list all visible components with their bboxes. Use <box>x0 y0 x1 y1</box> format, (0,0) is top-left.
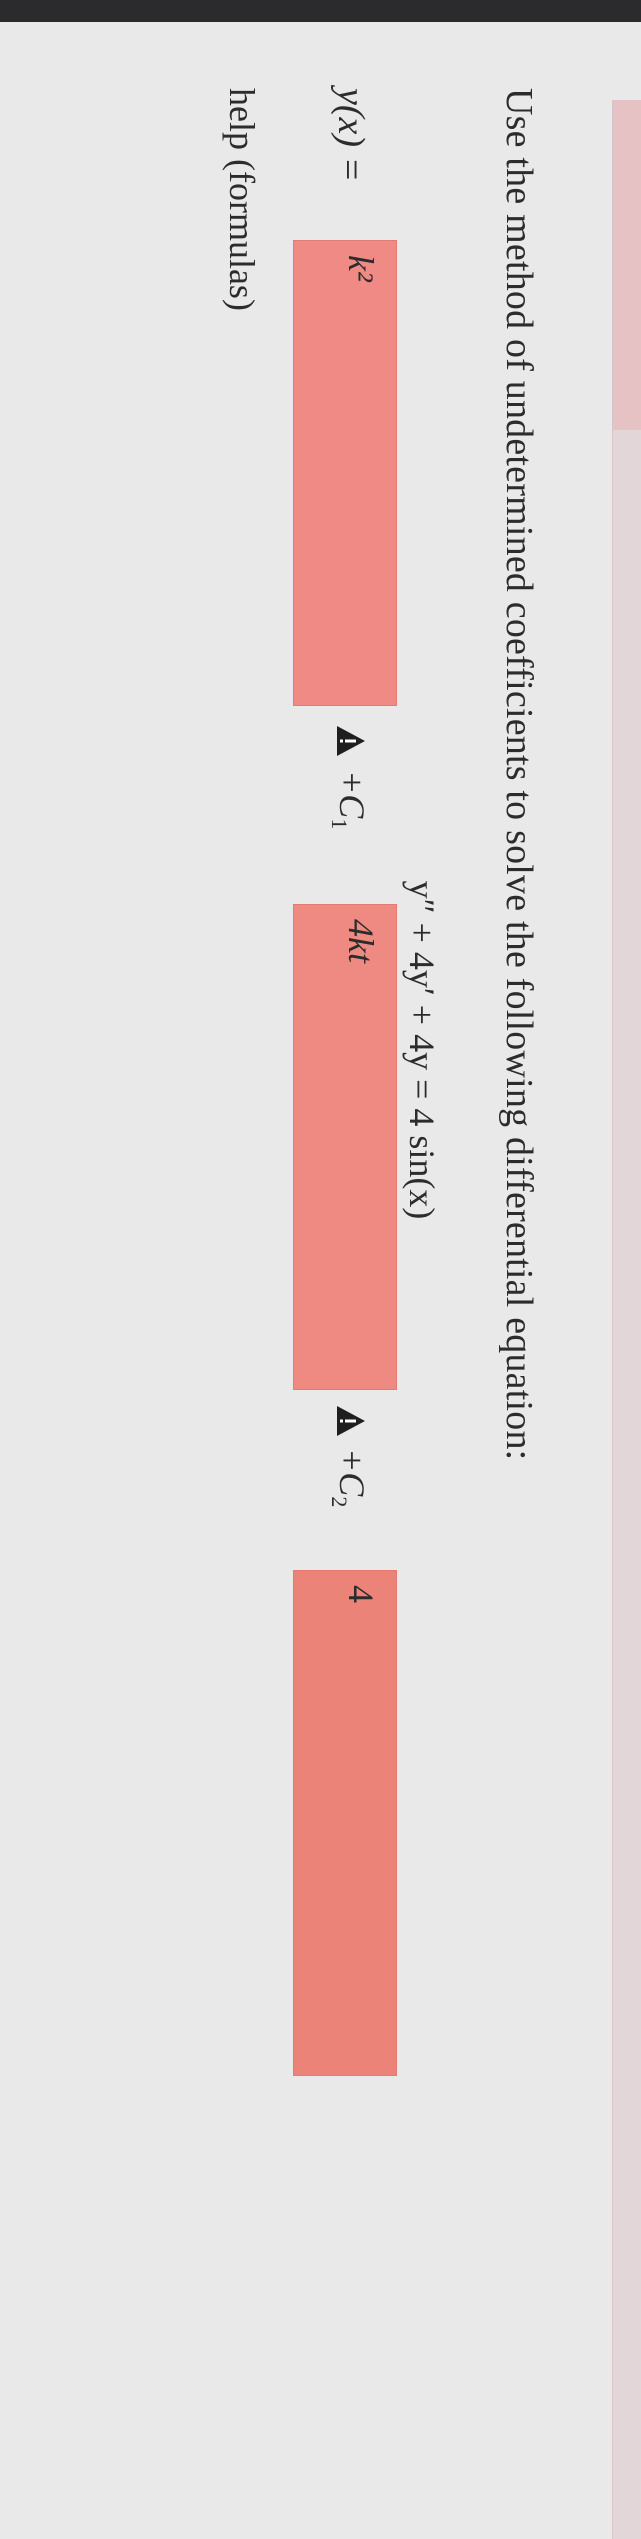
help-formulas-link[interactable]: help (formulas) <box>221 88 263 311</box>
answer-input-1-value: k² <box>341 255 381 282</box>
answer-lhs: y(x) = <box>330 88 372 183</box>
answer-input-1[interactable]: k² <box>293 240 397 706</box>
answer-input-2[interactable]: 4kt <box>293 904 397 1390</box>
question-content: Use the method of undetermined coefficie… <box>0 0 641 2539</box>
answer-input-3[interactable]: 4 <box>293 1570 397 2076</box>
answer-input-3-value: 4 <box>341 1585 381 1603</box>
constant-c1: +C1 <box>327 770 373 829</box>
constant-c2: +C2 <box>327 1448 373 1507</box>
warning-triangle-icon[interactable] <box>335 724 367 758</box>
constant-c2-subscript: 2 <box>327 1496 352 1508</box>
question-instruction: Use the method of undetermined coefficie… <box>498 88 540 1461</box>
answer-input-2-value: 4kt <box>341 919 381 963</box>
differential-equation: y″ + 4y′ + 4y = 4 sin(x) <box>402 880 442 1220</box>
constant-c1-label: +C <box>332 770 372 819</box>
answer-row: y(x) = k² +C1 4kt +C2 4 <box>293 88 397 2488</box>
constant-c2-label: +C <box>332 1448 372 1497</box>
constant-c1-subscript: 1 <box>327 818 352 830</box>
warning-triangle-icon[interactable] <box>335 1404 367 1438</box>
